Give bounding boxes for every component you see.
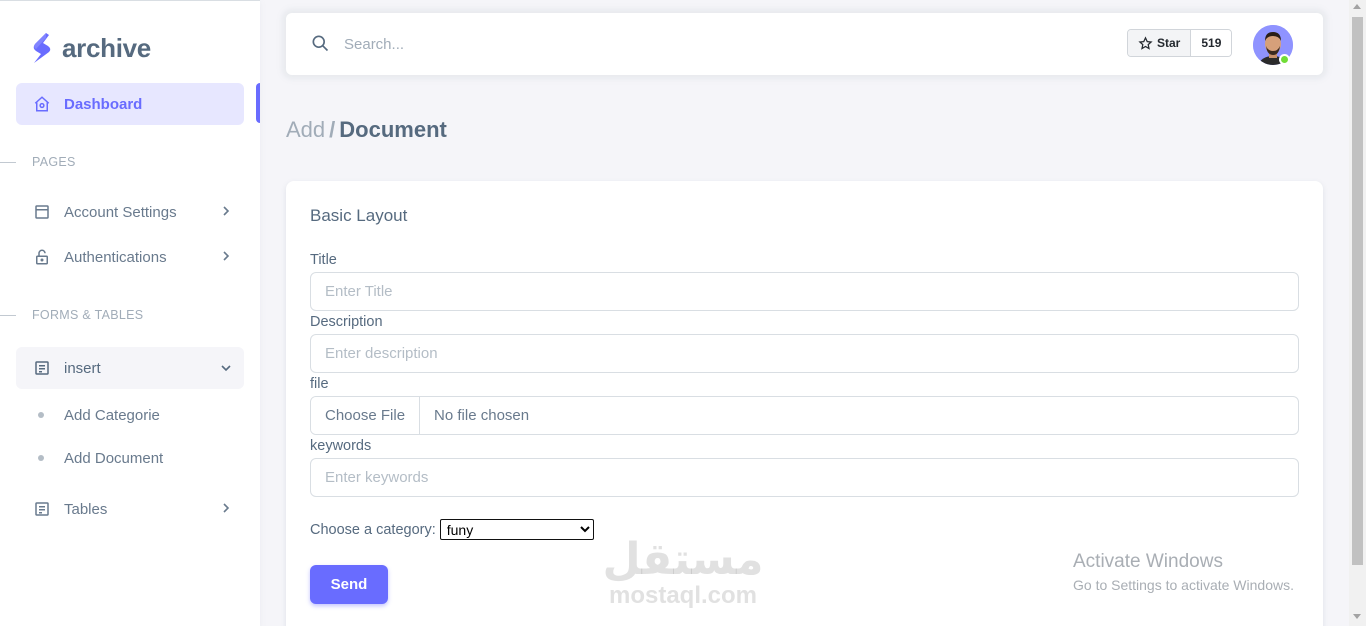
description-input[interactable] bbox=[310, 334, 1299, 373]
page-title: Add / Document bbox=[286, 117, 447, 143]
sidebar-item-authentications[interactable]: Authentications bbox=[16, 236, 244, 278]
brand[interactable]: archive bbox=[30, 31, 151, 65]
home-icon bbox=[32, 94, 52, 114]
title-label: Title bbox=[310, 252, 337, 268]
search-input[interactable] bbox=[344, 31, 944, 57]
search-icon bbox=[312, 35, 329, 52]
keywords-input[interactable] bbox=[310, 458, 1299, 497]
page-scrollbar[interactable] bbox=[1349, 0, 1366, 626]
star-count[interactable]: 519 bbox=[1191, 30, 1232, 56]
sidebar-item-tables[interactable]: Tables bbox=[16, 488, 244, 530]
bullet-dot-icon bbox=[38, 412, 44, 418]
description-label: Description bbox=[310, 314, 383, 330]
title-input[interactable] bbox=[310, 272, 1299, 311]
sidebar-subitem-add-document[interactable]: Add Document bbox=[16, 439, 244, 477]
watermark-arabic: مستقل bbox=[602, 535, 764, 584]
window-icon bbox=[32, 202, 52, 222]
active-indicator bbox=[256, 83, 260, 123]
breadcrumb-separator: / bbox=[329, 117, 336, 142]
divider bbox=[0, 315, 16, 316]
watermark-latin: mostaql.com bbox=[608, 582, 758, 609]
star-button[interactable]: Star bbox=[1128, 30, 1192, 56]
divider bbox=[0, 162, 16, 163]
sidebar-item-label: Add Document bbox=[64, 449, 164, 467]
chevron-right-icon bbox=[223, 251, 230, 261]
star-icon bbox=[1138, 35, 1153, 50]
sidebar-item-label: Dashboard bbox=[64, 95, 143, 113]
breadcrumb-current: Document bbox=[339, 117, 447, 142]
chevron-down-icon bbox=[221, 365, 231, 372]
table-icon bbox=[32, 499, 52, 519]
menu-header-forms-tables: FORMS & TABLES bbox=[32, 308, 144, 322]
sidebar-subitem-add-categorie[interactable]: Add Categorie bbox=[16, 396, 244, 434]
chevron-right-icon bbox=[223, 206, 230, 216]
mostaql-watermark: مستقل mostaql.com bbox=[600, 538, 766, 610]
sidebar-item-label: Add Categorie bbox=[64, 406, 160, 424]
breadcrumb-parent: Add bbox=[286, 117, 326, 142]
sidebar-item-dashboard[interactable]: Dashboard bbox=[16, 83, 244, 125]
activate-title: Activate Windows bbox=[1073, 551, 1223, 572]
file-status: No file chosen bbox=[434, 407, 530, 424]
activate-subtitle: Go to Settings to activate Windows. bbox=[1073, 577, 1294, 593]
activate-windows-notice: Activate Windows Go to Settings to activ… bbox=[1073, 551, 1294, 595]
sidebar-item-label: Account Settings bbox=[64, 203, 177, 221]
star-label: Star bbox=[1157, 36, 1181, 50]
chevron-right-icon bbox=[223, 503, 230, 513]
sidebar-item-label: Authentications bbox=[64, 248, 167, 266]
scroll-down-arrow-icon[interactable] bbox=[1353, 614, 1361, 619]
category-select[interactable]: funy bbox=[439, 519, 594, 540]
sidebar-item-insert[interactable]: insert bbox=[16, 347, 244, 389]
scroll-thumb[interactable] bbox=[1352, 17, 1363, 565]
send-button[interactable]: Send bbox=[310, 565, 388, 604]
online-status-badge bbox=[1279, 54, 1290, 65]
sidebar-item-label: insert bbox=[64, 359, 101, 377]
sidebar-item-account-settings[interactable]: Account Settings bbox=[16, 191, 244, 233]
category-label: Choose a category: bbox=[310, 521, 436, 538]
card-title: Basic Layout bbox=[310, 206, 408, 225]
choose-file-button[interactable]: Choose File bbox=[311, 397, 421, 434]
document-icon bbox=[32, 358, 52, 378]
category-row: Choose a category: funy bbox=[310, 519, 594, 540]
file-input[interactable]: Choose File No file chosen bbox=[310, 396, 1299, 435]
sidebar-item-label: Tables bbox=[64, 500, 108, 518]
keywords-label: keywords bbox=[310, 438, 372, 454]
lock-icon bbox=[32, 247, 52, 267]
file-label: file bbox=[310, 376, 329, 392]
bullet-dot-icon bbox=[38, 455, 44, 461]
top-navbar: Star 519 bbox=[286, 13, 1323, 75]
brand-name: archive bbox=[62, 32, 151, 63]
github-star-widget: Star 519 bbox=[1127, 29, 1233, 57]
scroll-up-arrow-icon[interactable] bbox=[1353, 4, 1361, 9]
archive-logo-icon bbox=[33, 33, 51, 63]
sidebar: archive Dashboard PAGES Account Settings… bbox=[0, 0, 260, 626]
menu-header-pages: PAGES bbox=[32, 155, 76, 169]
